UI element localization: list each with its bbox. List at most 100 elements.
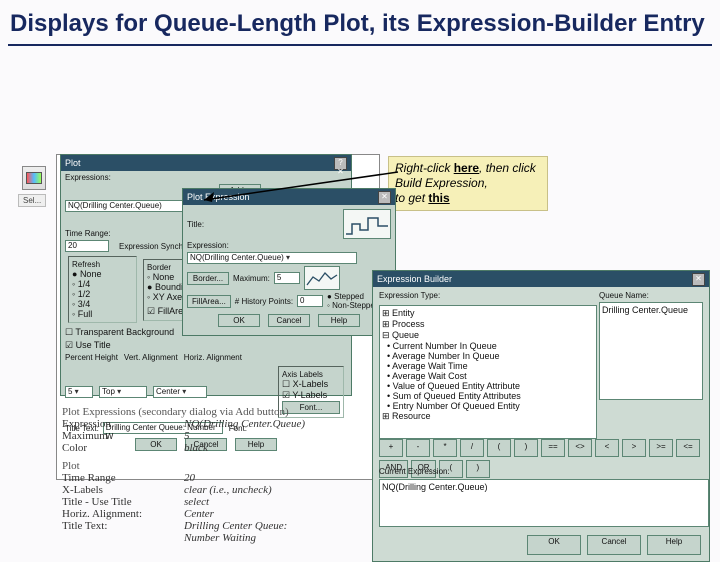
caption-key <box>62 532 184 544</box>
axis-labels-group: Axis Labels <box>282 370 340 379</box>
operator-button[interactable]: > <box>622 439 646 457</box>
plot-shortcut-icon[interactable] <box>22 166 46 190</box>
caption-key: Maximum <box>62 430 184 442</box>
cancel-button[interactable]: Cancel <box>268 314 310 327</box>
title-rule <box>8 44 712 46</box>
refresh-14-radio[interactable]: 1/4 <box>72 279 133 289</box>
plot-expression-dialog: Plot Expression ✕ Title: Expression: NQ(… <box>182 188 396 336</box>
caption-value: 20 <box>184 472 195 484</box>
tree-node[interactable]: • Entry Number Of Queued Entity <box>382 401 594 411</box>
caption-heading-1: Plot Expressions (secondary dialog via A… <box>62 406 372 418</box>
tree-node[interactable]: ⊞ Entity <box>382 308 594 319</box>
current-expr-label: Current Expression: <box>379 467 450 476</box>
close-icon[interactable]: ✕ <box>692 273 705 286</box>
pe-expr-input[interactable]: NQ(Drilling Center.Queue) <box>187 252 357 264</box>
vert-align-dropdown[interactable]: Top <box>99 386 147 398</box>
page-title: Displays for Queue-Length Plot, its Expr… <box>0 0 720 44</box>
pe-history-label: # History Points: <box>235 297 293 306</box>
operator-button[interactable]: <= <box>676 439 700 457</box>
percent-height-label: Percent Height <box>65 353 118 362</box>
operator-button[interactable]: * <box>433 439 457 457</box>
pe-history-input[interactable]: 0 <box>297 295 323 307</box>
caption-value: Number Waiting <box>184 532 256 544</box>
refresh-34-radio[interactable]: 3/4 <box>72 299 133 309</box>
refresh-full-radio[interactable]: Full <box>72 309 133 319</box>
caption-heading-2: Plot <box>62 460 372 472</box>
operator-button[interactable]: ) <box>466 460 490 478</box>
fillarea-button[interactable]: FillArea... <box>187 295 231 308</box>
refresh-12-radio[interactable]: 1/2 <box>72 289 133 299</box>
current-expr-textarea[interactable]: NQ(Drilling Center.Queue) <box>379 479 709 527</box>
window-title: Plot <box>65 158 81 168</box>
help-button[interactable]: Help <box>647 535 701 555</box>
expressions-label: Expressions: <box>65 173 111 182</box>
caption-value: 5 <box>184 430 190 442</box>
tree-node[interactable]: ⊞ Process <box>382 319 594 330</box>
border-button[interactable]: Border... <box>187 272 229 285</box>
tree-node[interactable]: • Sum of Queued Entity Attributes <box>382 391 594 401</box>
operator-button[interactable]: ) <box>514 439 538 457</box>
operator-button[interactable]: / <box>460 439 484 457</box>
percent-height-dropdown[interactable]: 5 <box>65 386 93 398</box>
cancel-button[interactable]: Cancel <box>587 535 641 555</box>
close-icon[interactable]: ?✕ <box>334 157 347 170</box>
caption-value: black <box>184 442 208 454</box>
operator-button[interactable]: >= <box>649 439 673 457</box>
pe-expr-label: Expression: <box>187 241 229 250</box>
pe-title-label: Title: <box>187 220 204 229</box>
caption-key: Expression <box>62 418 184 430</box>
refresh-group-label: Refresh <box>72 260 133 269</box>
caption-value: clear (i.e., uncheck) <box>184 484 272 496</box>
operator-button[interactable]: + <box>379 439 403 457</box>
caption-value: select <box>184 496 209 508</box>
caption-value: Center <box>184 508 214 520</box>
use-title-checkbox[interactable]: Use Title <box>65 340 111 351</box>
horiz-align-dropdown[interactable]: Center <box>153 386 207 398</box>
tree-node[interactable]: • Average Wait Cost <box>382 371 594 381</box>
ok-button[interactable]: OK <box>218 314 260 327</box>
tree-node[interactable]: ⊞ Resource <box>382 411 594 422</box>
timerange-label: Time Range: <box>65 229 111 238</box>
transparent-bg-checkbox[interactable]: Transparent Background <box>65 327 174 338</box>
tree-node[interactable]: • Value of Queued Entity Attribute <box>382 381 594 391</box>
x-labels-checkbox[interactable]: X-Labels <box>282 379 340 390</box>
tree-node[interactable]: • Average Wait Time <box>382 361 594 371</box>
caption-key: Color <box>62 442 184 454</box>
window-title: Plot Expression <box>187 192 250 202</box>
pe-max-input[interactable]: 5 <box>274 272 300 284</box>
plot-dialog-titlebar: Plot ?✕ <box>61 155 351 171</box>
tree-node[interactable]: ⊟ Queue <box>382 330 594 341</box>
caption-key: Time Range <box>62 472 184 484</box>
operator-button[interactable]: < <box>595 439 619 457</box>
window-title: Expression Builder <box>377 274 452 284</box>
caption-key: Title Text: <box>62 520 184 532</box>
operator-button[interactable]: == <box>541 439 565 457</box>
tree-node[interactable]: • Average Number In Queue <box>382 351 594 361</box>
captions-block: Plot Expressions (secondary dialog via A… <box>62 400 372 544</box>
tree-node[interactable]: • Current Number In Queue <box>382 341 594 351</box>
selector-label: Sel... <box>18 194 46 207</box>
caption-value: Drilling Center Queue: <box>184 520 287 532</box>
help-button[interactable]: Help <box>318 314 360 327</box>
ok-button[interactable]: OK <box>527 535 581 555</box>
expression-builder-titlebar: Expression Builder ✕ <box>373 271 709 287</box>
close-icon[interactable]: ✕ <box>378 191 391 204</box>
operator-button[interactable]: <> <box>568 439 592 457</box>
caption-key: X-Labels <box>62 484 184 496</box>
expression-type-tree[interactable]: ⊞ Entity⊞ Process⊟ Queue • Current Numbe… <box>379 305 597 439</box>
caption-value: NQ(Drilling Center.Queue) <box>184 418 305 430</box>
queue-name-label: Queue Name: <box>599 291 703 300</box>
caption-key: Horiz. Alignment: <box>62 508 184 520</box>
operator-button[interactable]: - <box>406 439 430 457</box>
caption-key: Title - Use Title <box>62 496 184 508</box>
smooth-chart-preview-icon <box>304 266 340 290</box>
timerange-input[interactable]: 20 <box>65 240 109 252</box>
pe-max-label: Maximum: <box>233 274 270 283</box>
horiz-align-label: Horiz. Alignment <box>184 353 242 362</box>
vert-align-label: Vert. Alignment <box>124 353 178 362</box>
operator-button[interactable]: ( <box>487 439 511 457</box>
expression-builder-dialog: Expression Builder ✕ Expression Type: ⊞ … <box>372 270 710 562</box>
refresh-none-radio[interactable]: None <box>72 269 133 279</box>
queue-name-list[interactable]: Drilling Center.Queue <box>599 302 703 400</box>
step-chart-preview-icon <box>343 209 391 239</box>
